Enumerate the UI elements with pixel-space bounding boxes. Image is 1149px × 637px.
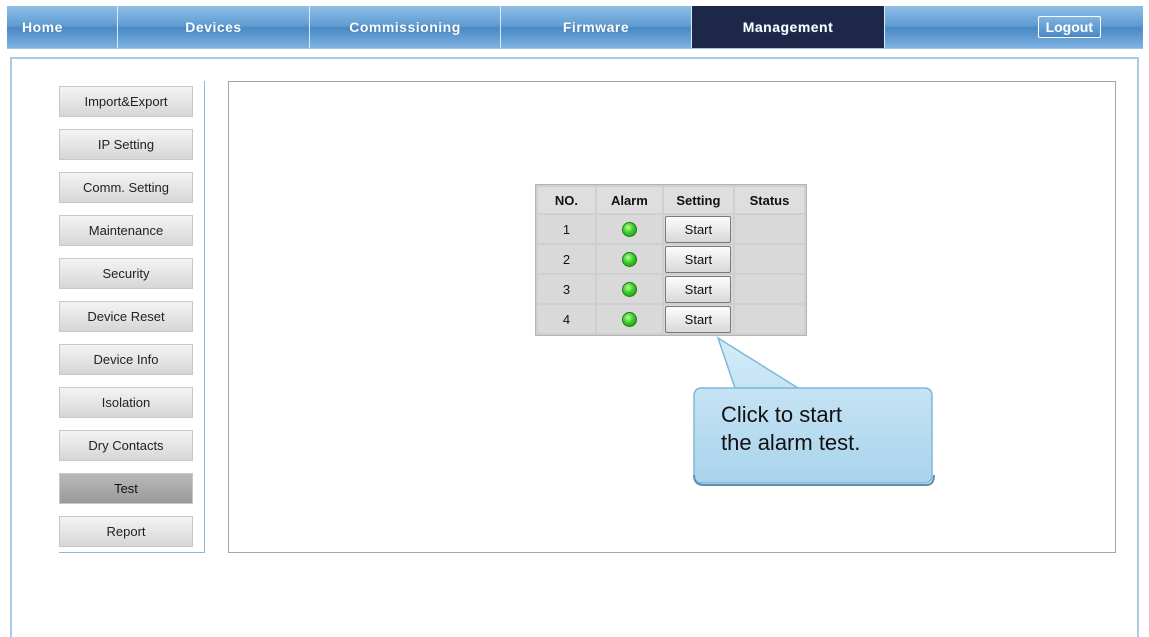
sidebar-item-device-reset[interactable]: Device Reset — [59, 301, 193, 332]
table-row: 1 Start — [538, 215, 804, 243]
callout-line-1: Click to start — [721, 402, 843, 427]
sidebar-item-dry-contacts[interactable]: Dry Contacts — [59, 430, 193, 461]
row-number: 2 — [538, 245, 595, 273]
sidebar-item-isolation[interactable]: Isolation — [59, 387, 193, 418]
tab-management[interactable]: Management — [692, 6, 885, 48]
green-led-icon — [621, 252, 637, 268]
column-header-no: NO. — [538, 187, 595, 213]
status-cell — [734, 245, 804, 273]
tab-commissioning[interactable]: Commissioning — [310, 6, 501, 48]
sidebar-item-report[interactable]: Report — [59, 516, 193, 547]
sidebar-item-comm-setting[interactable]: Comm. Setting — [59, 172, 193, 203]
sidebar-item-test[interactable]: Test — [59, 473, 193, 504]
tab-firmware[interactable]: Firmware — [501, 6, 692, 48]
table-row: 4 Start — [538, 305, 804, 333]
column-header-alarm: Alarm — [596, 187, 662, 213]
column-header-status: Status — [734, 187, 804, 213]
start-button[interactable]: Start — [665, 215, 732, 243]
start-button[interactable]: Start — [665, 275, 732, 303]
setting-cell: Start — [663, 305, 733, 333]
row-number: 4 — [538, 305, 595, 333]
row-number: 3 — [538, 275, 595, 303]
sidebar-item-maintenance[interactable]: Maintenance — [59, 215, 193, 246]
row-number: 1 — [538, 215, 595, 243]
status-cell — [734, 275, 804, 303]
callout-line-2: the alarm test. — [721, 430, 861, 455]
setting-cell: Start — [663, 215, 733, 243]
sidebar: Import&Export IP Setting Comm. Setting M… — [59, 81, 205, 553]
green-led-icon — [621, 312, 637, 328]
sidebar-item-security[interactable]: Security — [59, 258, 193, 289]
start-button[interactable]: Start — [665, 245, 732, 273]
alarm-cell — [596, 305, 662, 333]
start-button[interactable]: Start — [665, 305, 732, 333]
green-led-icon — [621, 222, 637, 238]
status-cell — [734, 215, 804, 243]
alarm-cell — [596, 215, 662, 243]
column-header-setting: Setting — [663, 187, 733, 213]
table-row: 3 Start — [538, 275, 804, 303]
logout-button[interactable]: Logout — [1037, 16, 1101, 38]
setting-cell: Start — [663, 275, 733, 303]
table-row: 2 Start — [538, 245, 804, 273]
tab-home[interactable]: Home — [7, 6, 118, 48]
setting-cell: Start — [663, 245, 733, 273]
sidebar-item-device-info[interactable]: Device Info — [59, 344, 193, 375]
table-header-row: NO. Alarm Setting Status — [538, 187, 804, 213]
tab-devices[interactable]: Devices — [118, 6, 310, 48]
sidebar-item-ip-setting[interactable]: IP Setting — [59, 129, 193, 160]
alarm-test-table: NO. Alarm Setting Status 1 Start 2 Start… — [535, 184, 807, 336]
callout-text: Click to start the alarm test. — [721, 401, 921, 457]
nav-spacer: Logout — [885, 6, 1143, 48]
top-navigation: Home Devices Commissioning Firmware Mana… — [7, 6, 1143, 49]
alarm-cell — [596, 275, 662, 303]
status-cell — [734, 305, 804, 333]
green-led-icon — [621, 282, 637, 298]
alarm-cell — [596, 245, 662, 273]
sidebar-item-import-export[interactable]: Import&Export — [59, 86, 193, 117]
